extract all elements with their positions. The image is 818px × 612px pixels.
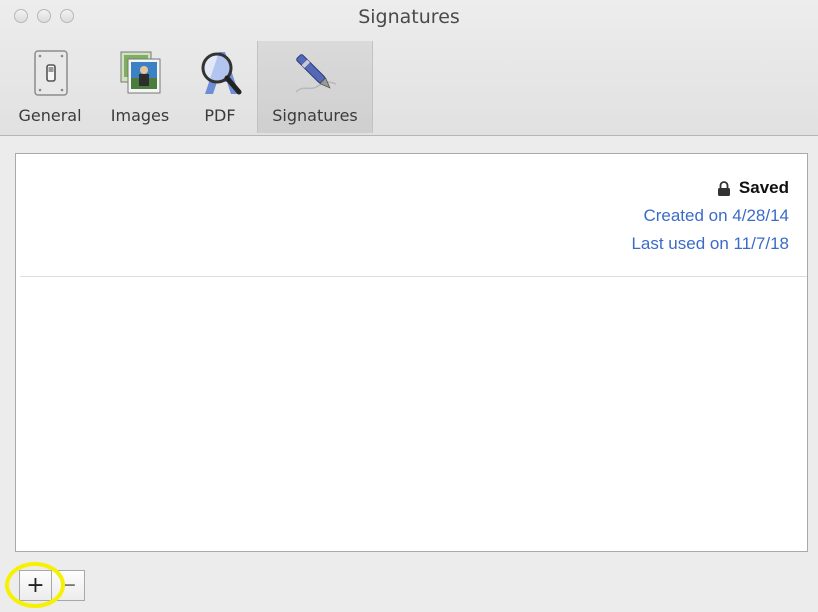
window-title: Signatures bbox=[358, 6, 460, 28]
last-used-date: Last used on 11/7/18 bbox=[631, 234, 789, 253]
tab-general[interactable]: General bbox=[10, 44, 90, 132]
signature-info: Saved Created on 4/28/14 Last used on 11… bbox=[631, 174, 789, 258]
saved-status: Saved bbox=[738, 178, 789, 197]
signatures-list: Saved Created on 4/28/14 Last used on 11… bbox=[15, 153, 808, 552]
preferences-window: Signatures General Images PDF Signatures… bbox=[0, 0, 818, 612]
tab-images[interactable]: Images bbox=[100, 44, 180, 132]
pdf-magnifier-icon bbox=[201, 52, 242, 95]
highlight-circle bbox=[5, 562, 65, 608]
tab-pdf[interactable]: PDF bbox=[190, 44, 250, 132]
title-bar: Signatures General Images PDF Signatures bbox=[0, 0, 818, 136]
lock-icon bbox=[717, 180, 730, 196]
signature-row[interactable]: Saved Created on 4/28/14 Last used on 11… bbox=[16, 154, 807, 276]
saved-status-line: Saved bbox=[631, 174, 789, 202]
tab-general-label: General bbox=[18, 106, 82, 125]
light-switch-icon bbox=[34, 50, 68, 96]
tab-images-label: Images bbox=[110, 106, 170, 125]
row-divider bbox=[20, 276, 807, 277]
created-date: Created on 4/28/14 bbox=[643, 206, 789, 225]
tab-signatures[interactable]: Signatures bbox=[257, 41, 373, 133]
pen-signature-icon bbox=[295, 54, 337, 93]
photo-stack-icon bbox=[120, 51, 161, 94]
tab-pdf-label: PDF bbox=[204, 106, 236, 125]
tab-signatures-label: Signatures bbox=[272, 106, 358, 125]
